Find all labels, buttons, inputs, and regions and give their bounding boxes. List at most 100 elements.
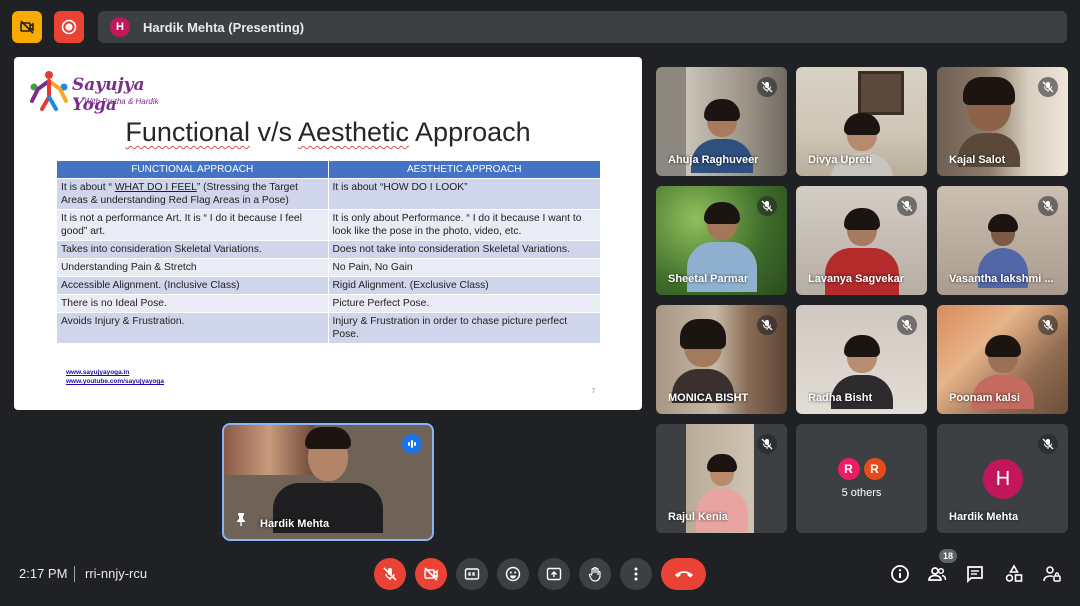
cell-text: It is about “ <box>61 181 115 193</box>
camera-off-indicator-button[interactable] <box>12 11 42 43</box>
raise-hand-button[interactable] <box>579 558 611 590</box>
meeting-details-button[interactable] <box>888 562 912 586</box>
people-icon <box>928 567 947 581</box>
table-row: There is no Ideal Pose. Picture Perfect … <box>57 293 600 312</box>
table-row: Accessible Alignment. (Inclusive Class) … <box>57 275 600 294</box>
table-cell: Takes into consideration Skeletal Variat… <box>57 239 329 258</box>
cell-text-underlined: WHAT DO I FEEL <box>114 181 197 193</box>
participant-tile[interactable]: Poonam kalsi <box>937 305 1068 414</box>
table-row: Understanding Pain & Stretch No Pain, No… <box>57 257 600 276</box>
microphone-toggle-button[interactable] <box>374 558 406 590</box>
slide-links: www.sayujyayoga.in www.youtube.com/sayuj… <box>66 368 164 386</box>
participant-tile[interactable]: Vasantha lakshmi ... <box>937 186 1068 295</box>
captions-button[interactable] <box>456 558 488 590</box>
activities-button[interactable] <box>1002 562 1026 586</box>
others-label: 5 others <box>841 487 882 499</box>
mic-off-icon <box>1038 434 1058 454</box>
participant-tile[interactable]: MONICA BISHT <box>656 305 787 414</box>
avatar: R <box>837 458 860 480</box>
presenter-video-tile[interactable]: Hardik Mehta <box>222 423 434 541</box>
info-icon <box>891 565 909 583</box>
participant-tile[interactable]: Divya Upreti <box>796 67 927 176</box>
others-tile[interactable]: R R 5 others <box>796 424 927 533</box>
table-cell: Picture Perfect Pose. <box>328 293 600 312</box>
others-avatars: R R <box>837 458 886 480</box>
host-controls-button[interactable] <box>1040 562 1064 586</box>
participant-tile[interactable]: Ahuja Raghuveer <box>656 67 787 176</box>
participant-name: Ahuja Raghuveer <box>668 154 759 166</box>
meeting-time: 2:17 PM <box>19 566 68 581</box>
meeting-code: rri-nnjy-rcu <box>85 566 148 581</box>
reactions-button[interactable] <box>497 558 529 590</box>
presenter-label: Hardik Mehta (Presenting) <box>143 19 305 35</box>
participant-video <box>830 113 893 176</box>
table-cell: Does not take into consideration Skeleta… <box>328 239 600 258</box>
website-link[interactable]: www.sayujyayoga.in <box>66 368 164 377</box>
mic-off-icon <box>897 315 917 335</box>
emoji-icon <box>505 566 521 582</box>
mic-off-icon <box>1038 77 1058 97</box>
yoga-figure-logo-icon <box>30 71 68 111</box>
participant-name: Rajul Kenia <box>668 511 728 523</box>
shapes-icon <box>1005 564 1023 582</box>
logo-text: Sayujya Yoga <box>72 75 145 115</box>
participant-name: Sheetal Parmar <box>668 273 749 285</box>
wall-photo <box>858 71 904 115</box>
chat-icon <box>967 566 983 584</box>
participant-name: MONICA BISHT <box>668 392 749 404</box>
present-icon <box>546 567 562 581</box>
more-options-button[interactable] <box>620 558 652 590</box>
slide-title: Functional v/s Aesthetic Approach <box>14 117 642 148</box>
record-icon <box>61 19 77 35</box>
table-cell: Understanding Pain & Stretch <box>57 257 329 276</box>
comparison-table: FUNCTIONAL APPROACH AESTHETIC APPROACH I… <box>57 161 600 343</box>
hang-up-icon <box>674 571 693 578</box>
camera-off-icon <box>20 20 34 34</box>
youtube-link[interactable]: www.youtube.com/sayujyayoga <box>66 377 164 386</box>
title-word-aesthetic: Aesthetic <box>297 117 410 147</box>
title-word-functional: Functional <box>125 117 250 147</box>
table-cell: It is about “HOW DO I LOOK” <box>328 177 600 209</box>
avatar: H <box>983 459 1023 499</box>
participant-tile[interactable]: Lavanya Sagvekar <box>796 186 927 295</box>
recording-indicator-button[interactable] <box>54 11 84 43</box>
participant-name: Lavanya Sagvekar <box>808 273 905 285</box>
divider <box>74 566 75 582</box>
self-name: Hardik Mehta <box>260 518 330 530</box>
presenting-banner[interactable]: H Hardik Mehta (Presenting) <box>98 11 1067 43</box>
table-header-row: FUNCTIONAL APPROACH AESTHETIC APPROACH <box>57 161 600 178</box>
mic-off-icon <box>897 196 917 216</box>
mic-off-icon <box>383 567 397 581</box>
participant-tile[interactable]: Radha Bisht <box>796 305 927 414</box>
leave-call-button[interactable] <box>661 558 706 590</box>
participant-name: Hardik Mehta <box>949 511 1019 523</box>
captions-icon <box>464 568 480 580</box>
participant-name: Radha Bisht <box>808 392 873 404</box>
table-header-functional: FUNCTIONAL APPROACH <box>57 161 329 178</box>
participant-name: Divya Upreti <box>808 154 873 166</box>
mic-off-icon <box>1038 315 1058 335</box>
participant-tile[interactable]: H Hardik Mehta <box>937 424 1068 533</box>
slide-page-number: 7 <box>591 389 595 395</box>
table-row: It is about “ WHAT DO I FEEL” (Stressing… <box>57 177 600 209</box>
logo-subtitle: With Prutha & Hardik <box>84 97 159 106</box>
participant-tile[interactable]: Sheetal Parmar <box>656 186 787 295</box>
table-cell: Injury & Frustration in order to chase p… <box>328 311 600 343</box>
camera-toggle-button[interactable] <box>415 558 447 590</box>
table-cell: There is no Ideal Pose. <box>57 293 329 312</box>
pin-icon[interactable] <box>234 512 248 531</box>
people-button[interactable] <box>925 562 949 586</box>
participant-name: Vasantha lakshmi ... <box>949 273 1054 285</box>
camera-off-icon <box>424 567 438 581</box>
participant-tile[interactable]: Rajul Kenia <box>656 424 787 533</box>
table-row: It is not a performance Art. It is “ I d… <box>57 208 600 240</box>
present-screen-button[interactable] <box>538 558 570 590</box>
participant-video <box>672 319 735 403</box>
table-cell: It is about “ WHAT DO I FEEL” (Stressing… <box>57 177 329 209</box>
participant-tile[interactable]: Kajal Salot <box>937 67 1068 176</box>
avatar: R <box>863 458 886 480</box>
lock-person-icon <box>1043 566 1061 582</box>
mic-off-icon <box>1038 196 1058 216</box>
chat-button[interactable] <box>963 562 987 586</box>
sayujya-yoga-logo: Sayujya Yoga With Prutha & Hardik <box>26 67 186 117</box>
